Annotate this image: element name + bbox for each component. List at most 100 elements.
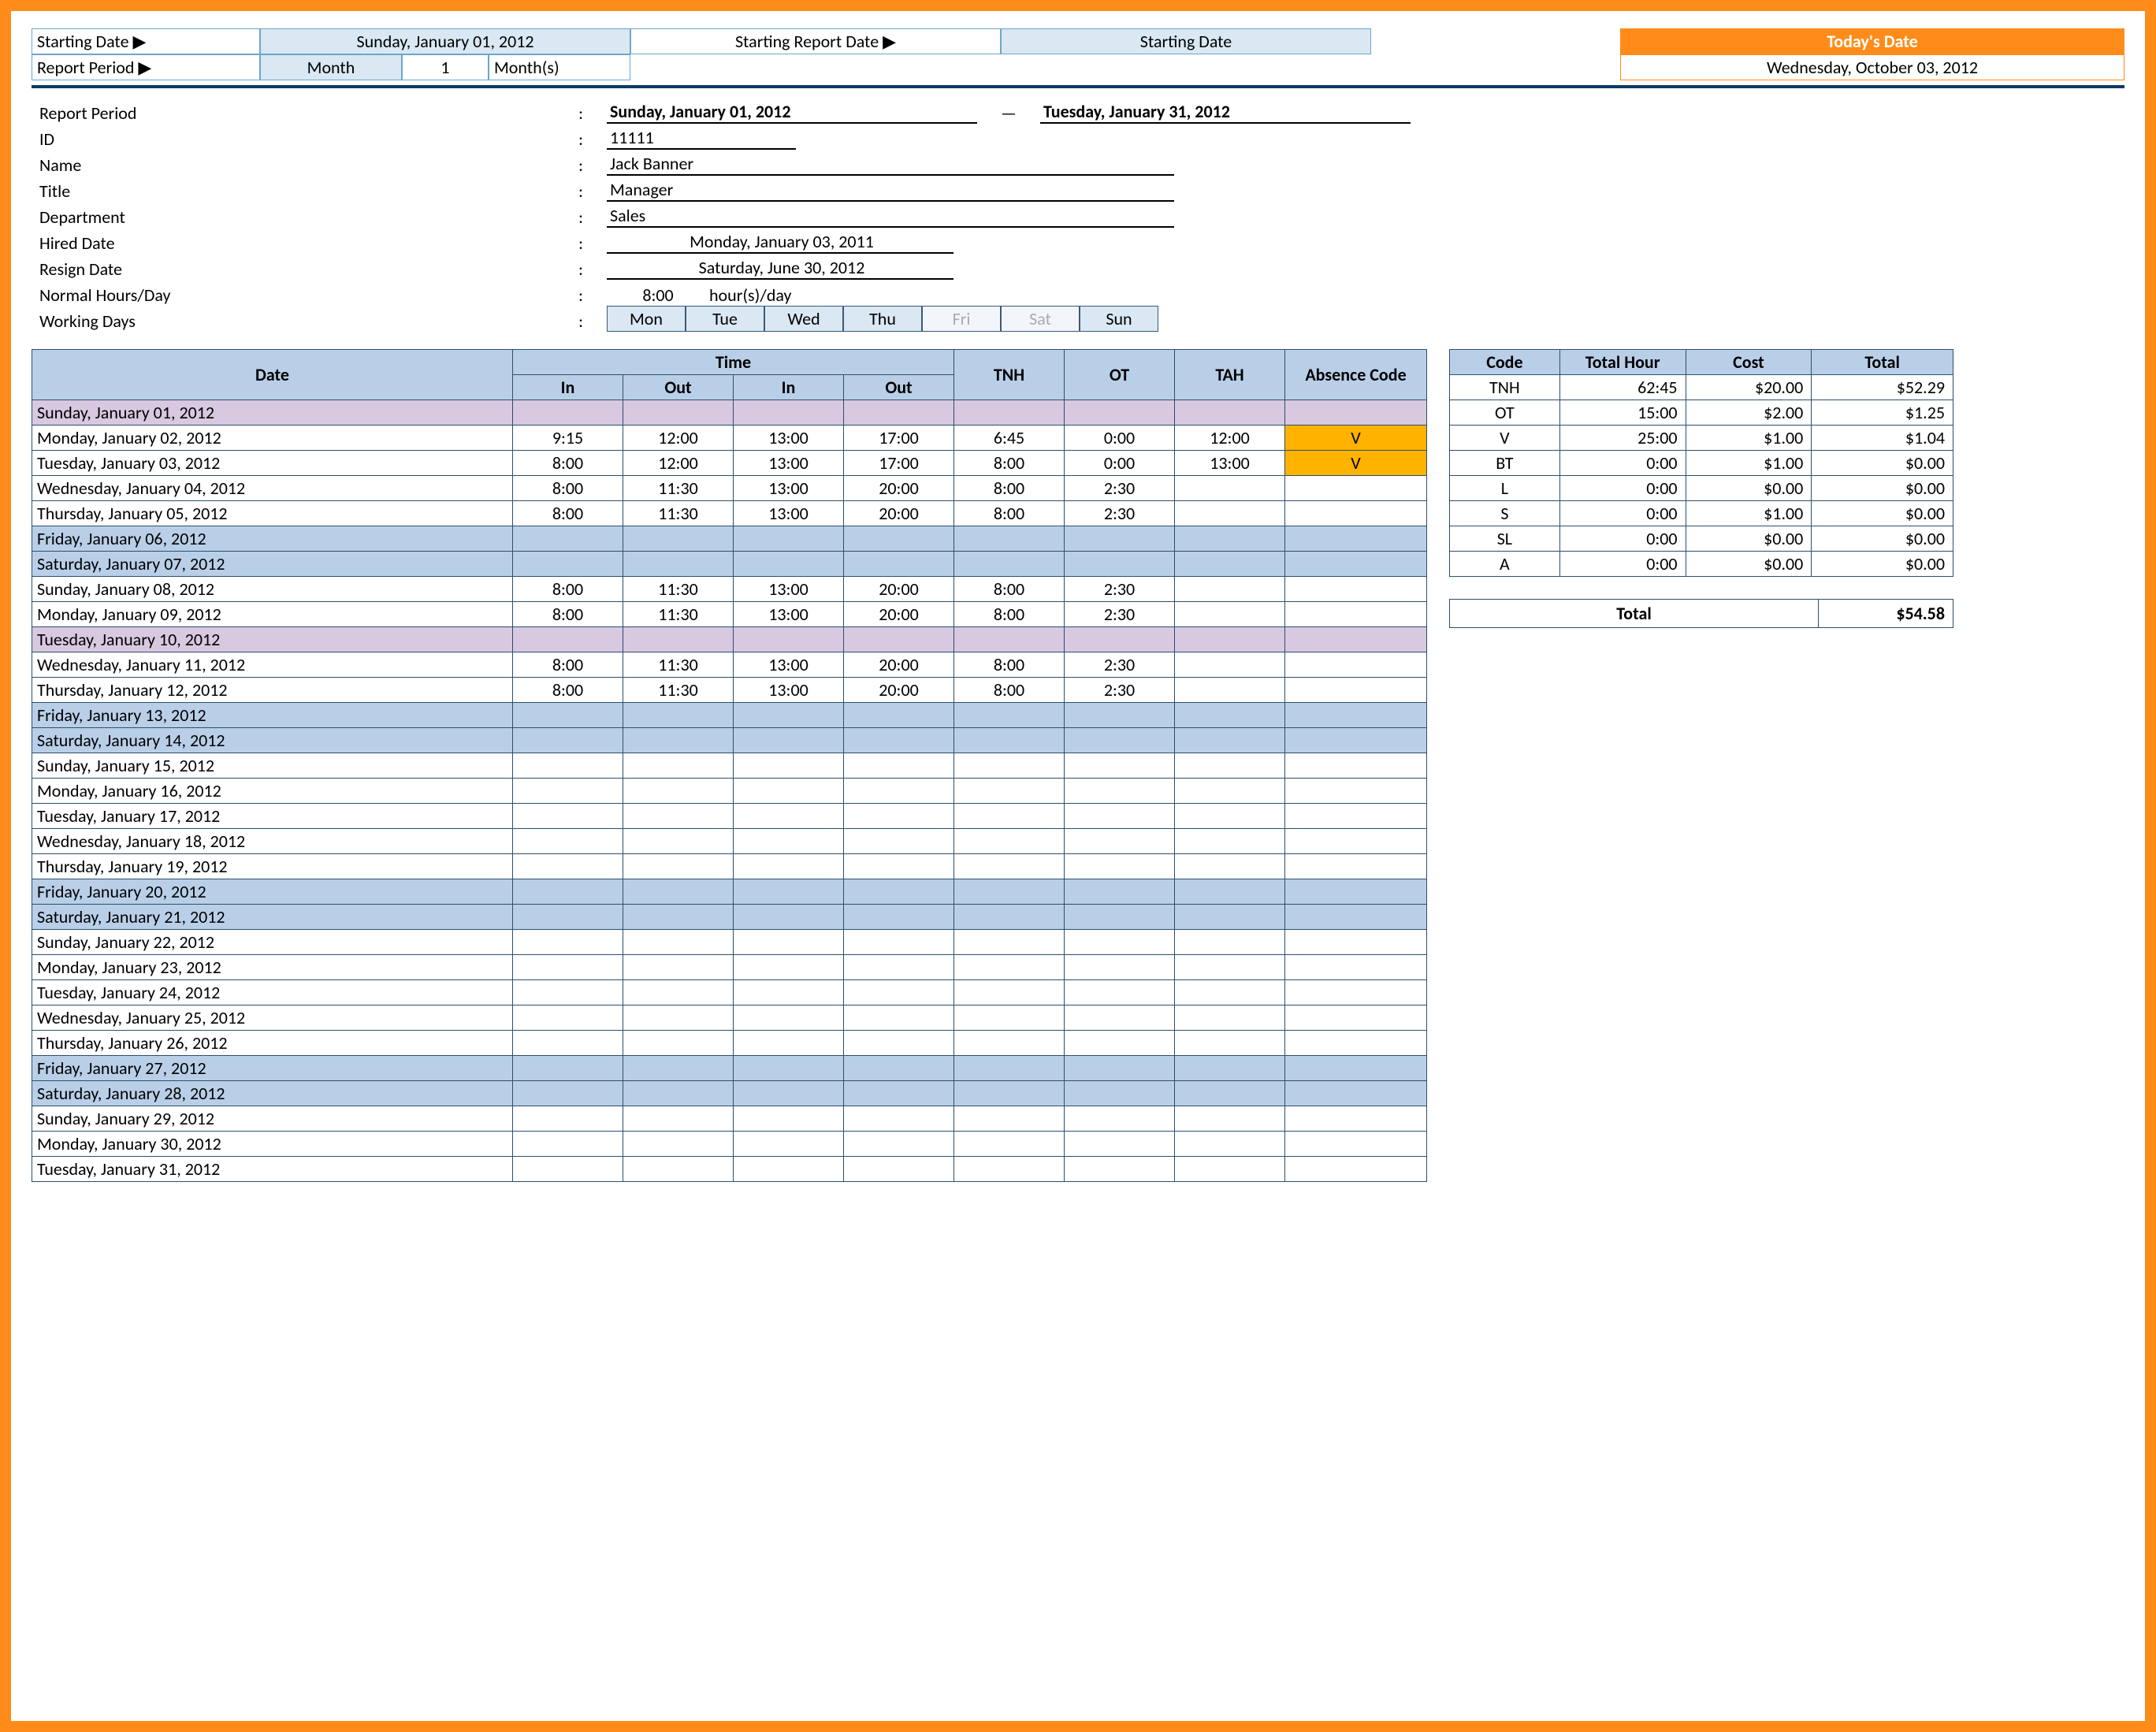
cell-tnh[interactable] — [954, 703, 1065, 728]
cell-out1[interactable] — [623, 753, 734, 779]
cell-tnh[interactable] — [954, 1132, 1065, 1157]
cell-out2[interactable]: 20:00 — [844, 476, 954, 501]
cell-ot[interactable] — [1065, 703, 1175, 728]
cell-in2[interactable] — [734, 804, 844, 829]
cell-in1[interactable] — [513, 526, 623, 552]
cell-in2[interactable] — [734, 1106, 844, 1132]
cell-ot[interactable] — [1065, 753, 1175, 779]
cell-out2[interactable] — [844, 627, 954, 652]
cell-ot[interactable] — [1065, 728, 1175, 753]
cell-in1[interactable] — [513, 1005, 623, 1031]
cell-tah[interactable] — [1175, 476, 1285, 501]
cell-out2[interactable] — [844, 1056, 954, 1081]
cell-out1[interactable] — [623, 955, 734, 980]
cell-abs[interactable] — [1285, 501, 1427, 526]
cell-tah[interactable]: 12:00 — [1175, 426, 1285, 451]
cell-tah[interactable] — [1175, 552, 1285, 577]
cell-ot[interactable]: 2:30 — [1065, 577, 1175, 602]
cell-ot[interactable] — [1065, 779, 1175, 804]
cell-tah[interactable] — [1175, 854, 1285, 879]
cell-in2[interactable] — [734, 1005, 844, 1031]
cell-tah[interactable] — [1175, 1031, 1285, 1056]
cell-in1[interactable] — [513, 1056, 623, 1081]
cell-tnh[interactable] — [954, 1005, 1065, 1031]
cell-tah[interactable] — [1175, 879, 1285, 905]
cell-tah[interactable] — [1175, 400, 1285, 426]
cell-out1[interactable] — [623, 779, 734, 804]
cell-tnh[interactable] — [954, 1106, 1065, 1132]
cell-ot[interactable] — [1065, 1056, 1175, 1081]
cell-in2[interactable]: 13:00 — [734, 678, 844, 703]
cell-out1[interactable] — [623, 854, 734, 879]
cell-out1[interactable] — [623, 804, 734, 829]
cell-out2[interactable] — [844, 1005, 954, 1031]
cell-abs[interactable]: V — [1285, 451, 1427, 476]
cell-ot[interactable] — [1065, 1132, 1175, 1157]
cell-tnh[interactable] — [954, 930, 1065, 955]
cell-out2[interactable] — [844, 400, 954, 426]
cell-tnh[interactable]: 6:45 — [954, 426, 1065, 451]
cell-abs[interactable] — [1285, 1081, 1427, 1106]
cell-in2[interactable] — [734, 1031, 844, 1056]
cell-out2[interactable] — [844, 1081, 954, 1106]
cell-ot[interactable] — [1065, 627, 1175, 652]
cell-tah[interactable] — [1175, 829, 1285, 854]
cell-tah[interactable] — [1175, 1157, 1285, 1182]
cell-tnh[interactable] — [954, 854, 1065, 879]
cell-tnh[interactable] — [954, 1031, 1065, 1056]
cell-out2[interactable]: 20:00 — [844, 678, 954, 703]
working-day-wed[interactable]: Wed — [764, 306, 843, 332]
cell-out2[interactable]: 20:00 — [844, 501, 954, 526]
cell-in2[interactable]: 13:00 — [734, 577, 844, 602]
cell-out2[interactable] — [844, 930, 954, 955]
cell-tah[interactable] — [1175, 728, 1285, 753]
cell-in2[interactable] — [734, 779, 844, 804]
cell-in1[interactable] — [513, 905, 623, 930]
cell-ot[interactable] — [1065, 1106, 1175, 1132]
working-day-tue[interactable]: Tue — [686, 306, 764, 332]
cell-tnh[interactable] — [954, 955, 1065, 980]
cell-ot[interactable] — [1065, 854, 1175, 879]
cell-ot[interactable]: 0:00 — [1065, 451, 1175, 476]
working-day-mon[interactable]: Mon — [607, 306, 686, 332]
cell-in2[interactable] — [734, 1132, 844, 1157]
cell-ot[interactable] — [1065, 1005, 1175, 1031]
cell-out2[interactable] — [844, 829, 954, 854]
cell-ot[interactable] — [1065, 879, 1175, 905]
cell-in2[interactable] — [734, 905, 844, 930]
cell-tnh[interactable] — [954, 728, 1065, 753]
cell-tah[interactable] — [1175, 980, 1285, 1005]
cell-in1[interactable]: 9:15 — [513, 426, 623, 451]
cell-tah[interactable] — [1175, 1132, 1285, 1157]
cell-out2[interactable]: 20:00 — [844, 577, 954, 602]
cell-tah[interactable] — [1175, 753, 1285, 779]
cell-out1[interactable] — [623, 980, 734, 1005]
cell-out2[interactable] — [844, 804, 954, 829]
cell-out1[interactable] — [623, 879, 734, 905]
cell-out1[interactable] — [623, 1031, 734, 1056]
cell-out1[interactable] — [623, 1106, 734, 1132]
cell-abs[interactable] — [1285, 476, 1427, 501]
cell-out1[interactable] — [623, 1056, 734, 1081]
cell-in2[interactable]: 13:00 — [734, 652, 844, 678]
cell-abs[interactable] — [1285, 1031, 1427, 1056]
cell-tah[interactable] — [1175, 905, 1285, 930]
cell-tnh[interactable] — [954, 753, 1065, 779]
cell-in2[interactable] — [734, 526, 844, 552]
cell-out1[interactable]: 12:00 — [623, 451, 734, 476]
cell-abs[interactable] — [1285, 753, 1427, 779]
cell-in2[interactable]: 13:00 — [734, 451, 844, 476]
cell-tah[interactable] — [1175, 1005, 1285, 1031]
cell-in2[interactable] — [734, 829, 844, 854]
cell-tnh[interactable] — [954, 980, 1065, 1005]
cell-out1[interactable] — [623, 930, 734, 955]
cell-in1[interactable]: 8:00 — [513, 577, 623, 602]
cell-out1[interactable] — [623, 905, 734, 930]
cell-abs[interactable] — [1285, 1005, 1427, 1031]
cell-in1[interactable]: 8:00 — [513, 451, 623, 476]
cell-tnh[interactable]: 8:00 — [954, 678, 1065, 703]
report-period-unit[interactable]: Month — [260, 54, 402, 80]
cell-out1[interactable]: 11:30 — [623, 652, 734, 678]
cell-abs[interactable] — [1285, 728, 1427, 753]
cell-out2[interactable] — [844, 552, 954, 577]
